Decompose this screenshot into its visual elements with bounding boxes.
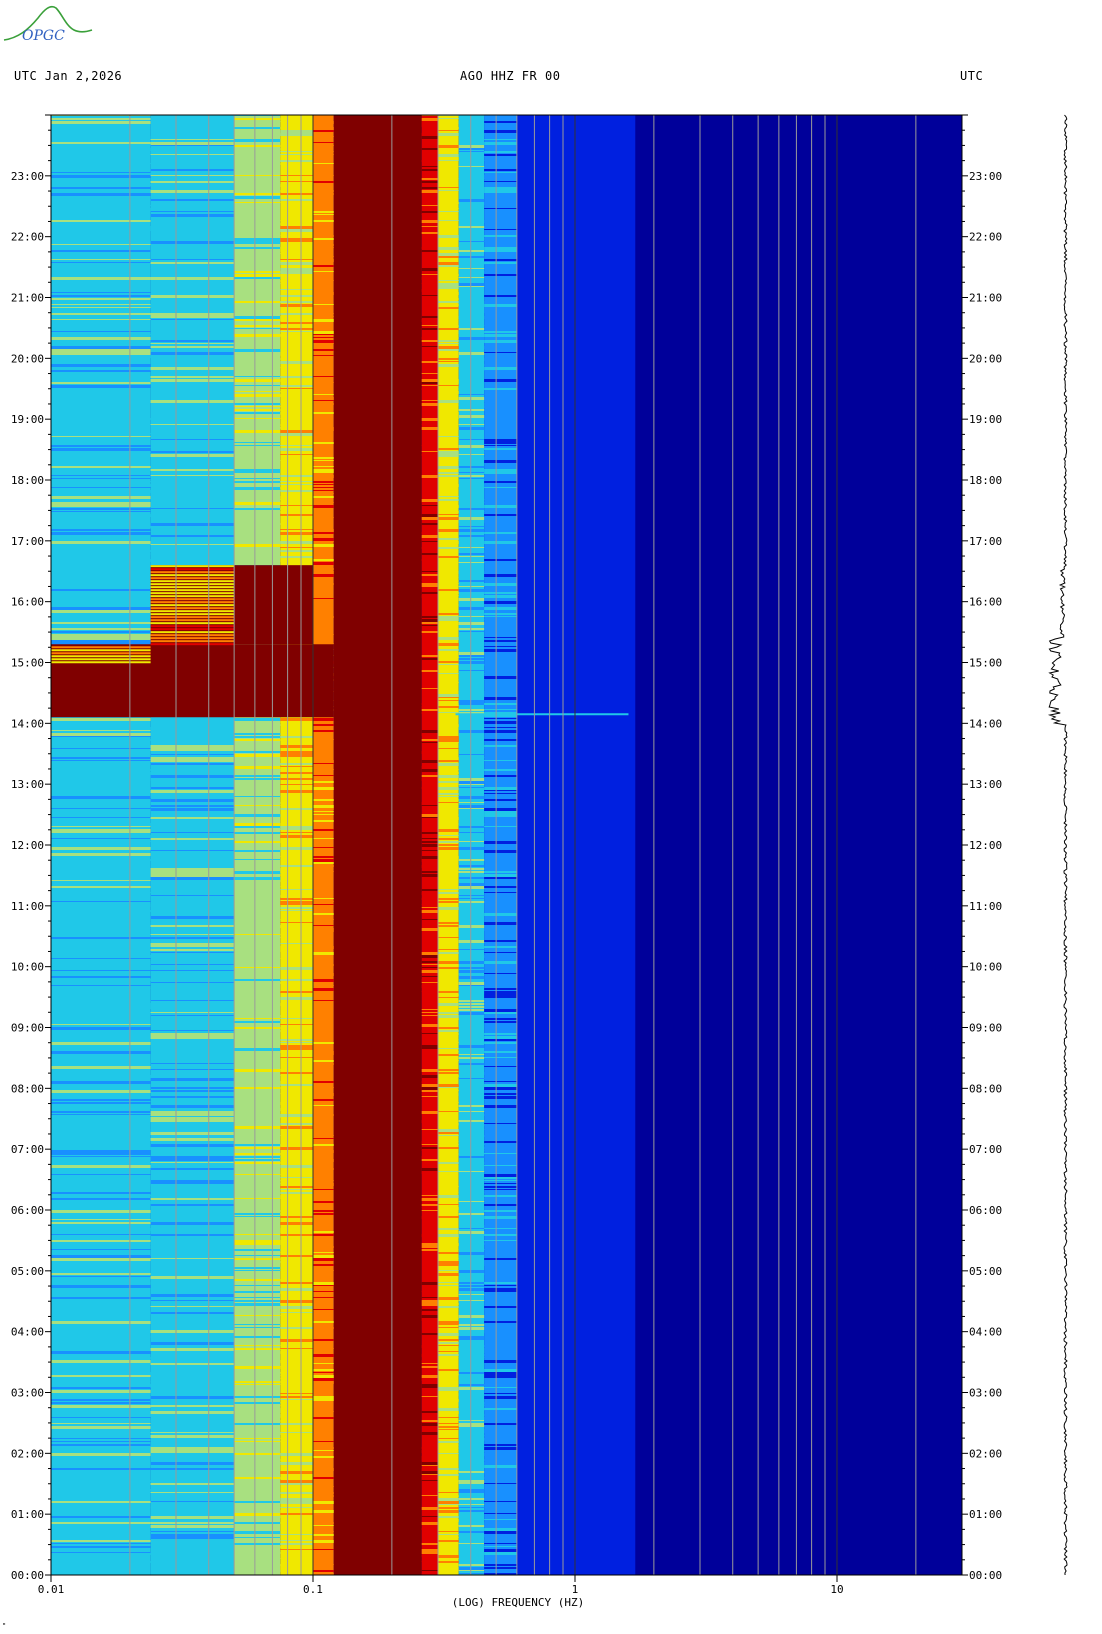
y-tick-label-left: 06:00	[11, 1204, 44, 1217]
footer-mark: "	[2, 1622, 7, 1630]
y-tick-label-right: 07:00	[969, 1143, 1002, 1156]
y-tick-label-left: 05:00	[11, 1265, 44, 1278]
y-tick-label-left: 20:00	[11, 352, 44, 365]
y-axis-right: 00:00 01:00 02:00 03:00 04:00 05:00 06:00 07:00…	[962, 114, 1002, 1582]
y-tick-label-left: 07:00	[11, 1143, 44, 1156]
y-tick-label-right: 20:00	[969, 352, 1002, 365]
y-tick-label-right: 03:00	[969, 1387, 1002, 1400]
y-tick-label-right: 13:00	[969, 778, 1002, 791]
y-tick-label-left: 18:00	[11, 474, 44, 487]
y-tick-label-left: 01:00	[11, 1508, 44, 1521]
y-tick-label-right: 00:00	[969, 1569, 1002, 1582]
y-tick-label-left: 23:00	[11, 170, 44, 183]
y-tick-label-right: 18:00	[969, 474, 1002, 487]
band-5	[333, 115, 422, 1575]
spectrogram-chart: 00:00 01:00 02:00 03:00 04:00 05:00 06:00 07:00…	[11, 114, 1068, 1609]
y-tick-label-left: 09:00	[11, 1022, 44, 1035]
y-tick-label-left: 13:00	[11, 778, 44, 791]
x-tick-label: 0.01	[38, 1583, 65, 1596]
x-tick-label: 1	[572, 1583, 579, 1596]
seismogram-waveform	[1047, 114, 1068, 1576]
x-tick-label: 10	[830, 1583, 843, 1596]
y-tick-label-left: 10:00	[11, 961, 44, 974]
y-tick-label-right: 05:00	[969, 1265, 1002, 1278]
y-tick-label-right: 09:00	[969, 1022, 1002, 1035]
y-tick-label-right: 12:00	[969, 839, 1002, 852]
y-tick-label-right: 23:00	[969, 170, 1002, 183]
x-axis: 0.01 0.1 1 10	[38, 1575, 844, 1596]
y-tick-label-right: 16:00	[969, 596, 1002, 609]
y-tick-label-right: 06:00	[969, 1204, 1002, 1217]
y-tick-label-right: 15:00	[969, 657, 1002, 670]
y-tick-label-right: 02:00	[969, 1447, 1002, 1460]
y-tick-label-left: 02:00	[11, 1447, 44, 1460]
event-core	[51, 644, 334, 718]
y-tick-label-left: 00:00	[11, 1569, 44, 1582]
y-tick-label-right: 14:00	[969, 717, 1002, 730]
y-tick-label-right: 17:00	[969, 535, 1002, 548]
y-tick-label-left: 03:00	[11, 1387, 44, 1400]
y-tick-label-right: 11:00	[969, 900, 1002, 913]
y-tick-label-right: 19:00	[969, 413, 1002, 426]
y-tick-label-right: 08:00	[969, 1082, 1002, 1095]
y-tick-label-right: 10:00	[969, 961, 1002, 974]
band-0	[51, 115, 151, 1575]
y-tick-label-left: 17:00	[11, 535, 44, 548]
x-axis-label: (LOG) FREQUENCY (HZ)	[452, 1596, 584, 1609]
y-tick-label-left: 16:00	[11, 596, 44, 609]
seismogram-trace	[1047, 114, 1068, 1576]
y-tick-label-left: 11:00	[11, 900, 44, 913]
y-axis-left: 00:00 01:00 02:00 03:00 04:00 05:00 06:00 07:00…	[11, 114, 51, 1582]
y-tick-label-left: 04:00	[11, 1326, 44, 1339]
y-tick-label-left: 08:00	[11, 1082, 44, 1095]
y-tick-label-left: 22:00	[11, 231, 44, 244]
y-tick-label-right: 04:00	[969, 1326, 1002, 1339]
y-tick-label-left: 14:00	[11, 717, 44, 730]
y-tick-label-right: 01:00	[969, 1508, 1002, 1521]
y-tick-label-left: 19:00	[11, 413, 44, 426]
y-tick-label-right: 21:00	[969, 292, 1002, 305]
y-tick-label-left: 12:00	[11, 839, 44, 852]
y-tick-label-right: 22:00	[969, 231, 1002, 244]
x-tick-label: 0.1	[303, 1583, 323, 1596]
band-11	[635, 115, 962, 1575]
y-tick-label-left: 15:00	[11, 657, 44, 670]
y-tick-label-left: 21:00	[11, 292, 44, 305]
